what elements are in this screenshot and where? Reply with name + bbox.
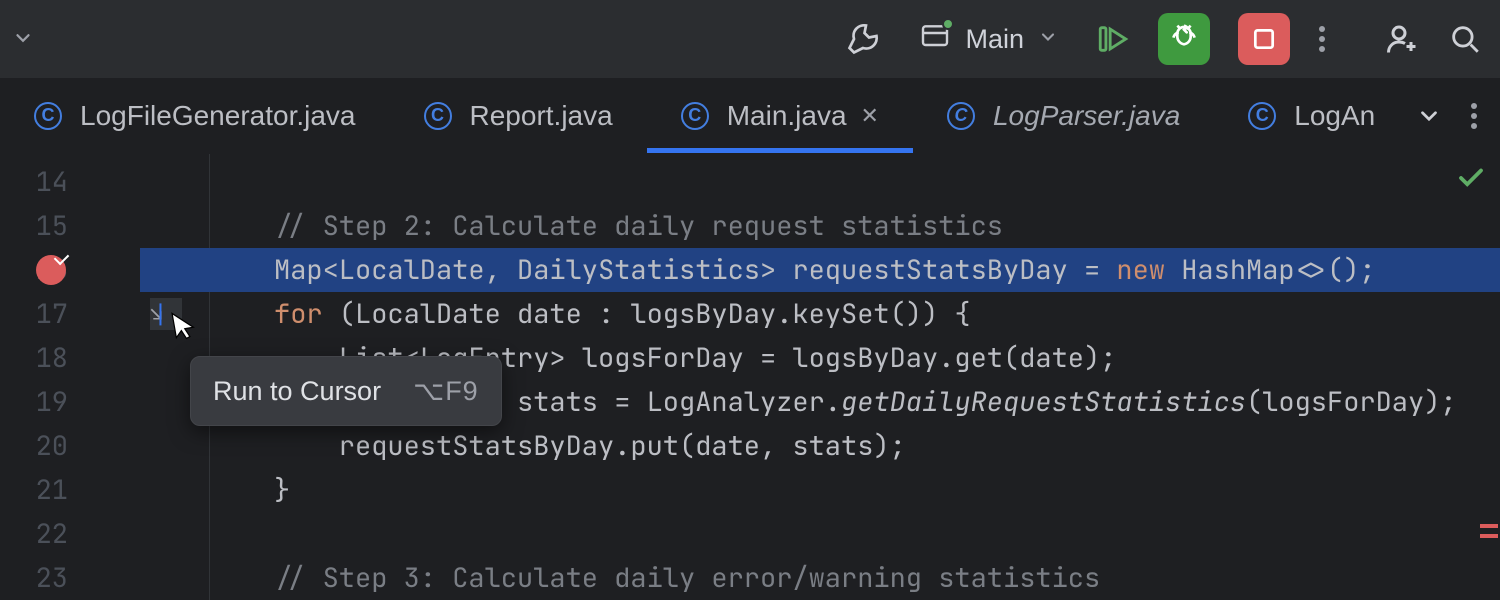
chevron-down-icon[interactable] (1416, 103, 1442, 129)
run-config-selector[interactable]: Main (909, 15, 1068, 63)
more-icon[interactable] (1318, 24, 1326, 54)
editor-tabbar: C LogFileGenerator.java C Report.java C Main.… (0, 78, 1500, 154)
breakpoint-icon[interactable] (36, 255, 66, 285)
line-number[interactable]: 20 (0, 424, 88, 468)
stop-button[interactable] (1238, 13, 1290, 65)
chevron-down-icon (1038, 24, 1058, 55)
tab-label: LogParser.java (993, 100, 1180, 132)
build-icon[interactable] (845, 21, 881, 57)
more-icon[interactable] (1470, 101, 1478, 131)
toolbar-left (18, 0, 34, 78)
line-number[interactable]: 17 (0, 292, 88, 336)
search-icon[interactable] (1448, 22, 1482, 56)
editor-tab[interactable]: C LogParser.java (913, 78, 1214, 153)
run-config-label: Main (965, 24, 1024, 55)
code-line[interactable]: } (210, 468, 1500, 512)
code-editor[interactable]: 14151617↘⎸181920212223 // Step 2: Calcul… (0, 154, 1500, 600)
class-file-icon: C (681, 102, 709, 130)
code-line[interactable]: for (LocalDate date : logsByDay.keySet()… (210, 292, 1500, 336)
class-file-icon: C (424, 102, 452, 130)
tab-label: Main.java (727, 100, 847, 132)
main-toolbar: Main (0, 0, 1500, 78)
class-file-icon: C (34, 102, 62, 130)
code-line[interactable] (210, 160, 1500, 204)
close-icon[interactable]: ✕ (861, 103, 879, 129)
line-number[interactable]: 22 (0, 512, 88, 556)
line-number[interactable]: 21 (0, 468, 88, 512)
run-to-cursor-tooltip: Run to Cursor ⌥F9 (190, 356, 502, 426)
tab-label: Report.java (470, 100, 613, 132)
tab-label: LogFileGenerator.java (80, 100, 356, 132)
editor-tab[interactable]: C Main.java ✕ (647, 78, 913, 153)
add-user-icon[interactable] (1384, 21, 1420, 57)
code-line[interactable] (210, 512, 1500, 556)
tooltip-shortcut: ⌥F9 (413, 369, 479, 413)
debug-button[interactable] (1158, 13, 1210, 65)
code-line[interactable]: // Step 3: Calculate daily error/warning… (210, 556, 1500, 600)
line-number[interactable]: 19 (0, 380, 88, 424)
tab-label: LogAn (1294, 100, 1375, 132)
class-file-icon: C (947, 102, 975, 130)
editor-tab[interactable]: C Report.java (390, 78, 647, 153)
chevron-down-icon[interactable] (12, 22, 34, 57)
code-line[interactable]: Map<LocalDate, DailyStatistics> requestS… (210, 248, 1500, 292)
gutter[interactable]: 14151617↘⎸181920212223 (0, 154, 210, 600)
class-file-icon: C (1248, 102, 1276, 130)
line-number[interactable]: 14 (0, 160, 88, 204)
tabbar-scroller: C LogFileGenerator.java C Report.java C Main.… (0, 78, 1406, 153)
editor-tab[interactable]: C LogAn (1214, 78, 1406, 153)
application-icon (919, 21, 951, 58)
line-number[interactable]: 18 (0, 336, 88, 380)
line-number[interactable]: 15 (0, 204, 88, 248)
code-line[interactable]: requestStatsByDay.put(date, stats); (210, 424, 1500, 468)
code-line[interactable]: // Step 2: Calculate daily request stati… (210, 204, 1500, 248)
run-icon[interactable] (1096, 22, 1130, 56)
line-number[interactable]: 23 (0, 556, 88, 600)
editor-tab[interactable]: C LogFileGenerator.java (0, 78, 390, 153)
tabbar-actions (1406, 78, 1500, 153)
tooltip-label: Run to Cursor (213, 369, 381, 413)
toolbar-right: Main (845, 0, 1482, 78)
